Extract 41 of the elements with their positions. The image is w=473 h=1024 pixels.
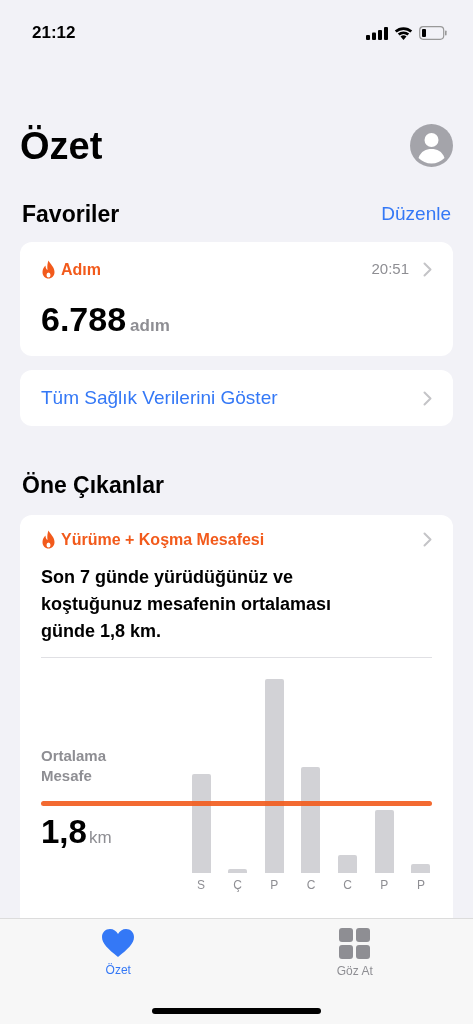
- day-label: P: [270, 876, 279, 894]
- chevron-icon: [423, 390, 432, 406]
- average-unit: km: [88, 826, 112, 849]
- edit-link[interactable]: Düzenle: [381, 200, 451, 229]
- avatar-icon[interactable]: [410, 124, 453, 167]
- day-label: P: [416, 876, 425, 894]
- section-heading: Öne Çıkanlar: [21, 471, 165, 500]
- day-label: P: [380, 876, 389, 894]
- steps-unit: adım: [130, 314, 170, 337]
- day-label: C: [306, 876, 316, 894]
- status-time: 21:12: [32, 22, 76, 45]
- grid-icon: [339, 928, 371, 959]
- page-title: Özet: [20, 126, 103, 165]
- average-label: Ortalama Mesafe: [41, 745, 108, 786]
- tab-bar-item[interactable]: Özet: [0, 919, 237, 980]
- card-label: Yürüme + Koşma Mesafesi: [61, 529, 265, 550]
- highlight-text: Son 7 günde yürüdüğünüz ve koştuğunuz mesafenin ortalaması günde 1,8 km.: [41, 565, 333, 643]
- card-time: 20:51: [371, 259, 409, 280]
- steps-value: 6.788: [41, 301, 127, 336]
- flame-icon: [41, 530, 56, 549]
- battery-icon: [419, 26, 447, 40]
- day-label: S: [197, 876, 205, 894]
- tab-bar-item[interactable]: Göz At: [236, 919, 473, 980]
- heart-icon: [101, 928, 136, 958]
- highlight-card[interactable]: Yürüme + Koşma Mesafesi Son 7 günde yürüdüğünüz ve koştuğunuz mesafenin ortalaması günde 1,8 km. Ortalama Mesafe 1,8 km S Ç P C C P P: [20, 514, 453, 918]
- average-value: 1,8: [41, 814, 87, 848]
- day-label: C: [343, 876, 352, 894]
- section-heading: Favoriler: [22, 200, 120, 229]
- chevron-icon: [423, 532, 432, 547]
- wifi-icon: [394, 26, 413, 40]
- chevron-icon: [423, 262, 432, 277]
- flame-icon: [41, 260, 56, 279]
- day-label: Ç: [233, 876, 242, 894]
- chart-bar: [411, 863, 431, 873]
- chart-bar: [338, 854, 358, 873]
- chart-bar: [228, 868, 248, 873]
- show-all-data-row[interactable]: Tüm Sağlık Verilerini Göster: [20, 370, 453, 426]
- chart-bar: [374, 809, 394, 873]
- card-label: Adım: [61, 259, 101, 280]
- signal-icon: [366, 26, 388, 40]
- steps-card[interactable]: Adım 20:51 6.788 adım: [20, 241, 453, 356]
